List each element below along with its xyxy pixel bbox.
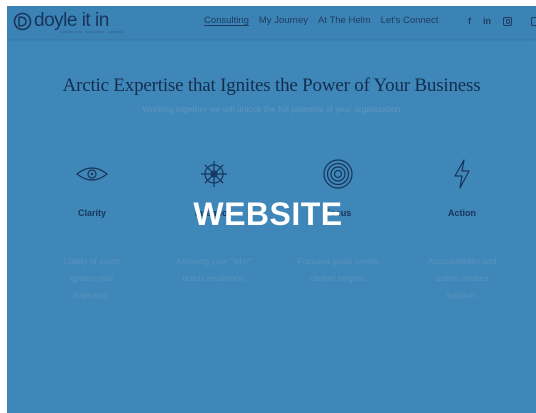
features-row: Clarity Clarity of vision ignites your t… [7,154,536,314]
logo-name: doyle it in [34,10,109,31]
logo-tagline: CONSULTING · COACHING · GROWTH [60,30,124,34]
helm-icon [159,154,269,194]
nav-item-at-the-helm[interactable]: At The Helm [318,15,371,26]
social-links: f in [468,16,524,26]
site-logo[interactable]: doyle it in CONSULTING · COACHING · GROW… [13,11,124,35]
linkedin-icon[interactable]: in [483,16,491,26]
nav-item-my-journey[interactable]: My Journey [259,15,308,26]
feature-description: Clarity of vision ignites your trajector… [63,256,121,300]
feature-description: Knowing your "why" builds resilience. [176,256,252,283]
instagram-icon[interactable] [503,16,512,26]
eye-icon [37,154,147,194]
nav-item-lets-connect[interactable]: Let's Connect [381,15,439,26]
cart-icon[interactable] [531,17,536,26]
site-header: doyle it in CONSULTING · COACHING · GROW… [7,6,536,39]
nav-item-consulting[interactable]: Consulting [204,15,249,26]
overlay-label: WEBSITE [193,196,343,232]
facebook-icon[interactable]: f [468,16,471,26]
feature-description: Focused goals create clearer targets. [297,256,379,283]
lightning-icon [407,154,517,194]
logo-mark-icon [13,12,32,31]
feature-description: Accountability and action creates tracti… [427,256,497,300]
target-icon [283,154,393,194]
hero-subtitle: Working together we will unlock the full… [142,104,401,114]
hero-title: Arctic Expertise that Ignites the Power … [62,75,481,96]
main-nav: Consulting My Journey At The Helm Let's … [204,15,448,26]
